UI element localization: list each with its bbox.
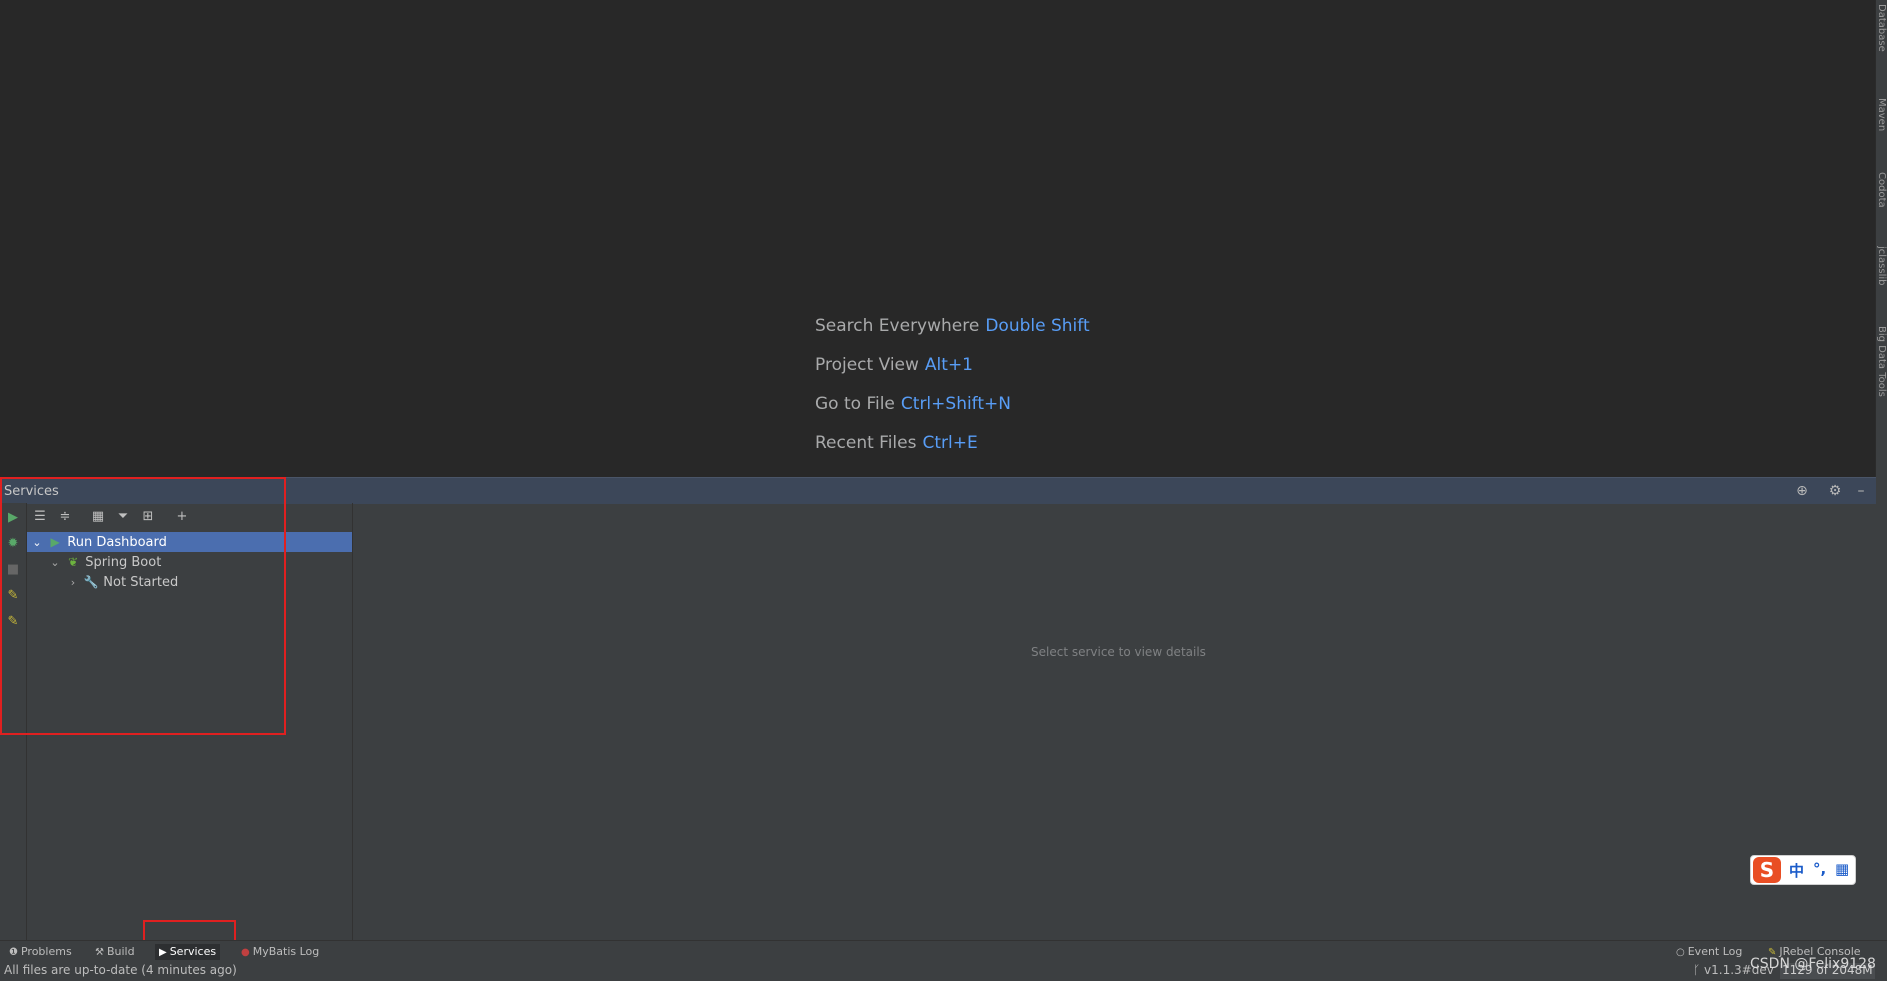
hint-shortcut: Ctrl+Shift+N <box>900 394 1011 414</box>
tool-tab-codota[interactable]: Codota <box>1876 172 1887 226</box>
hint-shortcut: Double Shift <box>985 316 1090 336</box>
run-dashboard-icon: ▶ <box>50 535 60 549</box>
new-tab-icon[interactable]: ⊞ <box>138 507 158 527</box>
tool-window-tabs: ❶ Problems ⚒ Build ▶ Services ● MyBatis Log … <box>0 940 1887 961</box>
collapse-all-icon[interactable]: ≑ <box>55 507 75 527</box>
tree-row-not-started[interactable]: › 🔧 Not Started <box>27 572 352 592</box>
chevron-down-icon[interactable]: ⌄ <box>49 553 61 573</box>
tool-tab-jclasslib[interactable]: jclasslib <box>1876 246 1887 304</box>
add-service-icon[interactable]: + <box>172 507 192 527</box>
filter-icon[interactable]: ⏷ <box>113 507 133 527</box>
tab-event-log[interactable]: ○ Event Log <box>1676 944 1742 960</box>
hint-shortcut: Ctrl+E <box>922 433 978 453</box>
detail-placeholder: Select service to view details <box>1031 645 1206 659</box>
tree-row-spring-boot[interactable]: ⌄ ❦ Spring Boot <box>27 552 352 572</box>
hint-search-everywhere: Search Everywhere Double Shift <box>815 316 1090 336</box>
jrebel-run-icon[interactable]: ✎ <box>4 587 22 605</box>
tree-toolbar: ☰ ≑ ▦ ⏷ ⊞ + <box>27 505 352 529</box>
tool-tab-database[interactable]: Database <box>1876 4 1887 76</box>
globe-icon[interactable]: ⊕ <box>1793 482 1811 500</box>
info-icon: ❶ <box>9 947 18 958</box>
hint-recent-files: Recent Files Ctrl+E <box>815 433 978 453</box>
services-title: Services <box>4 484 59 499</box>
wrench-icon: 🔧 <box>83 575 99 589</box>
debug-icon[interactable]: ✹ <box>4 535 22 553</box>
tab-build[interactable]: ⚒ Build <box>95 944 135 960</box>
services-header: Services ⊕ ⚙ – <box>0 477 1876 504</box>
stop-icon[interactable]: ■ <box>4 561 22 579</box>
panel-splitter[interactable] <box>352 503 353 940</box>
minimize-icon[interactable]: – <box>1852 482 1870 500</box>
ime-language-toggle[interactable]: 中 <box>1789 860 1804 881</box>
group-by-icon[interactable]: ▦ <box>88 507 108 527</box>
status-message: All files are up-to-date (4 minutes ago) <box>4 963 237 977</box>
jrebel-debug-icon[interactable]: ✎ <box>4 613 22 631</box>
tree-row-run-dashboard[interactable]: ⌄ ▶ Run Dashboard <box>27 532 352 552</box>
ime-toolbar[interactable]: S 中 °, ▦ <box>1750 855 1856 885</box>
run-icon[interactable]: ▶ <box>4 509 22 527</box>
hint-project-view: Project View Alt+1 <box>815 355 973 375</box>
search-icon: ○ <box>1676 947 1685 958</box>
expand-all-icon[interactable]: ☰ <box>30 507 50 527</box>
hint-go-to-file: Go to File Ctrl+Shift+N <box>815 394 1011 414</box>
chevron-right-icon[interactable]: › <box>67 573 79 593</box>
tab-mybatis-log[interactable]: ● MyBatis Log <box>241 944 319 960</box>
chevron-down-icon[interactable]: ⌄ <box>31 533 43 553</box>
services-tool-window: Services ⊕ ⚙ – ▶ ✹ ■ ✎ ✎ ☰ ≑ ▦ ⏷ ⊞ + ⌄ ▶… <box>0 477 1876 940</box>
ime-menu-icon[interactable]: ▦ <box>1835 860 1849 878</box>
hint-shortcut: Alt+1 <box>924 355 973 375</box>
tool-tab-maven[interactable]: Maven <box>1876 98 1887 150</box>
mybatis-icon: ● <box>241 947 250 958</box>
tool-tab-big-data-tools[interactable]: Big Data Tools <box>1876 326 1887 418</box>
csdn-watermark: CSDN @Felix9128 <box>1750 956 1876 972</box>
editor-area: Search Everywhere Double Shift Project Vi… <box>0 0 1876 477</box>
services-icon: ▶ <box>159 947 167 958</box>
gear-icon[interactable]: ⚙ <box>1826 482 1844 500</box>
tab-services[interactable]: ▶ Services <box>155 944 221 960</box>
hammer-icon: ⚒ <box>95 947 104 958</box>
tab-problems[interactable]: ❶ Problems <box>9 944 72 960</box>
welcome-hints: Search Everywhere Double Shift Project Vi… <box>815 316 1090 472</box>
right-tool-strip: Database Maven Codota jclasslib Big Data… <box>1875 0 1887 940</box>
spring-boot-icon: ❦ <box>68 555 79 569</box>
status-bar: All files are up-to-date (4 minutes ago)… <box>0 960 1887 981</box>
sogou-logo-icon: S <box>1753 857 1781 883</box>
branch-icon: ᚴ <box>1693 963 1705 977</box>
ime-punctuation-toggle[interactable]: °, <box>1813 860 1826 878</box>
services-side-toolbar: ▶ ✹ ■ ✎ ✎ <box>0 503 27 940</box>
